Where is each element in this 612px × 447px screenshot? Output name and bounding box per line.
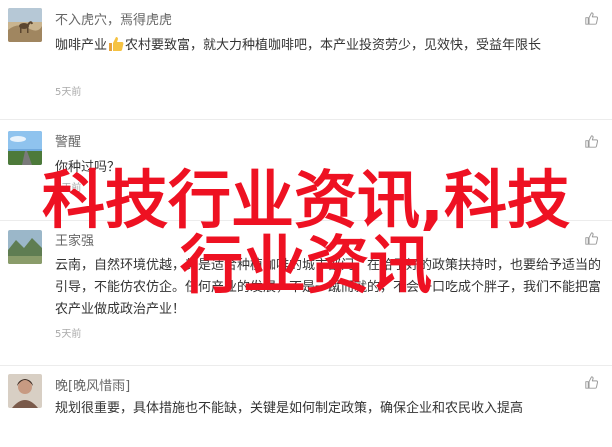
like-button[interactable] (578, 376, 598, 392)
avatar-image (8, 230, 42, 264)
like-button[interactable] (578, 135, 598, 151)
thumbs-up-icon (585, 232, 598, 245)
comment-item: 不入虎穴，焉得虎虎 咖啡产业 农村要致富，就大力种植咖啡吧，本产业投资劳少，见效… (0, 0, 612, 120)
comment-item: 晚[晚风惜雨] 规划很重要，具体措施也不能缺，关键是如何制定政策，确保企业和农民… (0, 366, 612, 447)
comment-text: 你种过吗？ (55, 160, 121, 175)
comment-author[interactable]: 警醒 (55, 134, 81, 152)
like-button[interactable] (578, 12, 598, 28)
comment-author[interactable]: 不入虎穴，焉得虎虎 (55, 12, 172, 30)
thumbs-up-icon (585, 135, 598, 148)
comment-text: 云南，自然环境优越，其是适合种植咖啡的城市部门，在给予好的政策扶持时，也要给予适… (55, 258, 602, 317)
comment-time: 5天前 (55, 87, 82, 98)
like-button[interactable] (578, 232, 598, 248)
comment-text-part: 咖啡产业 (55, 38, 108, 53)
comment-item: 王家强 云南，自然环境优越，其是适合种植咖啡的城市部门，在给予好的政策扶持时，也… (0, 221, 612, 366)
avatar-image (8, 8, 42, 42)
thumbs-up-icon (585, 12, 598, 25)
thumbs-up-emoji-icon (108, 36, 124, 52)
comment-author[interactable]: 晚[晚风惜雨] (55, 378, 130, 396)
avatar[interactable] (8, 8, 42, 42)
comment-text: 咖啡产业 农村要致富，就大力种植咖啡吧，本产业投资劳少，见效快，受益年限长 (55, 35, 603, 57)
avatar[interactable] (8, 131, 42, 165)
avatar[interactable] (8, 230, 42, 264)
avatar[interactable] (8, 374, 42, 408)
comment-text: 规划很重要，具体措施也不能缺，关键是如何制定政策，确保企业和农民收入提高 (55, 401, 524, 416)
comment-author[interactable]: 王家强 (55, 233, 94, 251)
comment-item: 警醒 你种过吗？ 5天前 (0, 120, 612, 221)
comment-text-part: 农村要致富，就大力种植咖啡吧，本产业投资劳少，见效快，受益年限长 (125, 38, 542, 53)
avatar-image (8, 374, 42, 408)
comment-time: 5天前 (55, 183, 82, 194)
comment-time: 5天前 (55, 329, 82, 340)
thumbs-up-icon (585, 376, 598, 389)
avatar-image (8, 131, 42, 165)
